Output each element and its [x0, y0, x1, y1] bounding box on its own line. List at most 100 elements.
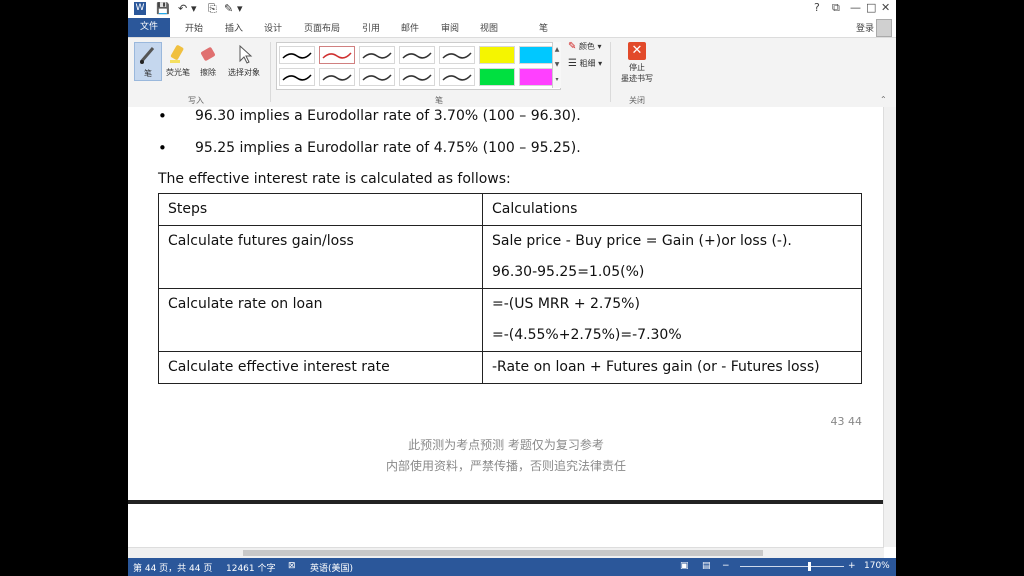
gallery-scroll[interactable]: ▲ ▼ ▾ [552, 42, 561, 88]
language-status[interactable]: 英语(美国) [310, 561, 353, 574]
table-cell: Calculate futures gain/loss [158, 225, 483, 289]
pen-swatch[interactable] [439, 46, 475, 64]
pen-gallery[interactable] [276, 42, 561, 90]
eraser-button[interactable]: 擦除 [196, 43, 220, 78]
page-count-status[interactable]: 第 44 页，共 44 页 [133, 561, 212, 574]
table-row: Calculate effective interest rate -Rate … [158, 351, 862, 384]
select-objects-button[interactable]: 选择对象 [224, 43, 264, 78]
pen-swatch[interactable] [319, 46, 355, 64]
avatar[interactable] [876, 19, 892, 37]
pen-swatch[interactable] [319, 68, 355, 86]
cursor-arrow-icon [233, 43, 255, 65]
table-header-cell: Calculations [482, 193, 862, 226]
minimize-icon[interactable]: — [850, 1, 861, 14]
highlighter-button[interactable]: 荧光笔 [164, 43, 192, 78]
bullet-icon: • [158, 107, 167, 125]
stop-inking-icon: ✕ [628, 42, 646, 60]
stop-inking-label-1: 停止 [629, 63, 645, 72]
pen-button[interactable]: 笔 [134, 42, 162, 81]
zoom-in-icon[interactable]: + [848, 561, 856, 571]
proofing-icon[interactable]: ⊠ [288, 561, 296, 571]
pen-swatch[interactable] [359, 68, 395, 86]
zoom-out-icon[interactable]: − [722, 561, 730, 571]
table-cell: Calculate rate on loan [158, 288, 483, 352]
scrollbar-thumb[interactable] [243, 550, 763, 556]
maximize-icon[interactable]: □ [866, 1, 876, 14]
table-row: Calculate rate on loan =-(US MRR + 2.75%… [158, 288, 862, 352]
highlighter-swatch[interactable] [519, 46, 555, 64]
tab-design[interactable]: 设计 [264, 21, 282, 34]
table-cell: Calculate effective interest rate [158, 351, 483, 384]
chevron-down-icon: ▾ [597, 42, 602, 51]
copy-icon[interactable]: ⎘ [208, 2, 217, 16]
ribbon-tabs: 文件 开始 插入 设计 页面布局 引用 邮件 审阅 视图 笔 登录 [128, 18, 896, 38]
tab-pens[interactable]: 笔 [539, 21, 548, 34]
page-number: 43 44 [830, 415, 863, 428]
save-icon[interactable]: 💾 [156, 2, 170, 15]
customize-toolbar-icon[interactable]: ▾ [237, 2, 243, 15]
pen-swatch[interactable] [439, 68, 475, 86]
pen-swatch[interactable] [279, 46, 315, 64]
tab-file[interactable]: 文件 [128, 18, 170, 37]
zoom-level[interactable]: 170% [864, 561, 890, 571]
tab-page-layout[interactable]: 页面布局 [304, 21, 340, 34]
write-group-label: 写入 [188, 96, 204, 105]
touch-mode-icon[interactable]: ✎ [224, 2, 233, 15]
read-mode-icon[interactable]: ▣ [680, 561, 689, 571]
tab-home[interactable]: 开始 [185, 21, 203, 34]
highlighter-swatch[interactable] [519, 68, 555, 86]
step-text: Calculate futures gain/loss [168, 233, 354, 249]
tab-mailings[interactable]: 邮件 [401, 21, 419, 34]
watermark-line-2: 内部使用资料，严禁传播，否则追究法律责任 [385, 459, 626, 473]
help-icon[interactable]: ? [814, 1, 820, 14]
ribbon-display-icon[interactable]: ⧉ [832, 1, 840, 15]
close-group-label: 关闭 [629, 96, 645, 105]
tab-insert[interactable]: 插入 [225, 21, 243, 34]
tab-review[interactable]: 审阅 [441, 21, 459, 34]
zoom-slider-thumb[interactable] [808, 562, 811, 571]
highlighter-swatch[interactable] [479, 46, 515, 64]
table-cell: =-(US MRR + 2.75%) =-(4.55%+2.75%)=-7.30… [482, 288, 862, 352]
collapse-ribbon-icon[interactable]: ⌃ [880, 95, 887, 104]
tab-view[interactable]: 视图 [480, 21, 498, 34]
bullet-text-1: 96.30 implies a Eurodollar rate of 3.70%… [195, 108, 581, 124]
tab-references[interactable]: 引用 [362, 21, 380, 34]
ribbon-divider [610, 42, 611, 102]
select-objects-button-label: 选择对象 [228, 68, 260, 77]
pen-color-label: 颜色 [578, 42, 595, 51]
word-window: W 💾 ↶ ▾ ⎘ ✎ ▾ ? ⧉ — □ ✕ 文件 开始 插入 设计 页面布局… [128, 0, 896, 576]
pen-icon [137, 44, 159, 66]
intro-paragraph: The effective interest rate is calculate… [158, 171, 511, 187]
close-icon[interactable]: ✕ [881, 1, 890, 14]
thickness-icon: ☰ [568, 58, 577, 69]
pen-color-button[interactable]: ✎ 颜色 ▾ [568, 41, 604, 52]
highlighter-swatch[interactable] [479, 68, 515, 86]
step-text: Calculate rate on loan [168, 296, 323, 312]
table-row: Steps Calculations [158, 193, 862, 226]
login-link[interactable]: 登录 [856, 21, 874, 34]
pen-thickness-button[interactable]: ☰ 粗细 ▾ [568, 58, 604, 69]
pen-thickness-label: 粗细 [579, 59, 596, 68]
undo-dropdown-icon[interactable]: ▾ [191, 2, 197, 15]
title-bar: W 💾 ↶ ▾ ⎘ ✎ ▾ ? ⧉ — □ ✕ [128, 0, 896, 18]
pen-button-label: 笔 [144, 69, 152, 78]
undo-icon[interactable]: ↶ [178, 2, 187, 15]
print-layout-icon[interactable]: ▤ [702, 561, 711, 571]
calc-text: -Rate on loan + Futures gain (or - Futur… [492, 359, 820, 375]
pen-swatch[interactable] [359, 46, 395, 64]
stop-inking-button[interactable]: ✕ 停止 墨迹书写 [616, 42, 658, 84]
pen-swatch[interactable] [279, 68, 315, 86]
horizontal-scrollbar[interactable] [128, 547, 884, 558]
eraser-icon [197, 43, 219, 65]
table-cell: -Rate on loan + Futures gain (or - Futur… [482, 351, 862, 384]
table-cell: Sale price - Buy price = Gain (+)or loss… [482, 225, 862, 289]
table-header-calculations: Calculations [492, 201, 578, 217]
word-logo-icon: W [134, 2, 146, 15]
vertical-scrollbar[interactable] [883, 107, 896, 547]
document-page[interactable]: • 96.30 implies a Eurodollar rate of 3.7… [128, 107, 884, 500]
pen-swatch[interactable] [399, 46, 435, 64]
pen-swatch[interactable] [399, 68, 435, 86]
watermark-line-1: 此预测为考点预测 考题仅为复习参考 [408, 438, 604, 452]
word-count-status[interactable]: 12461 个字 [226, 561, 276, 574]
zoom-slider[interactable] [740, 566, 844, 567]
